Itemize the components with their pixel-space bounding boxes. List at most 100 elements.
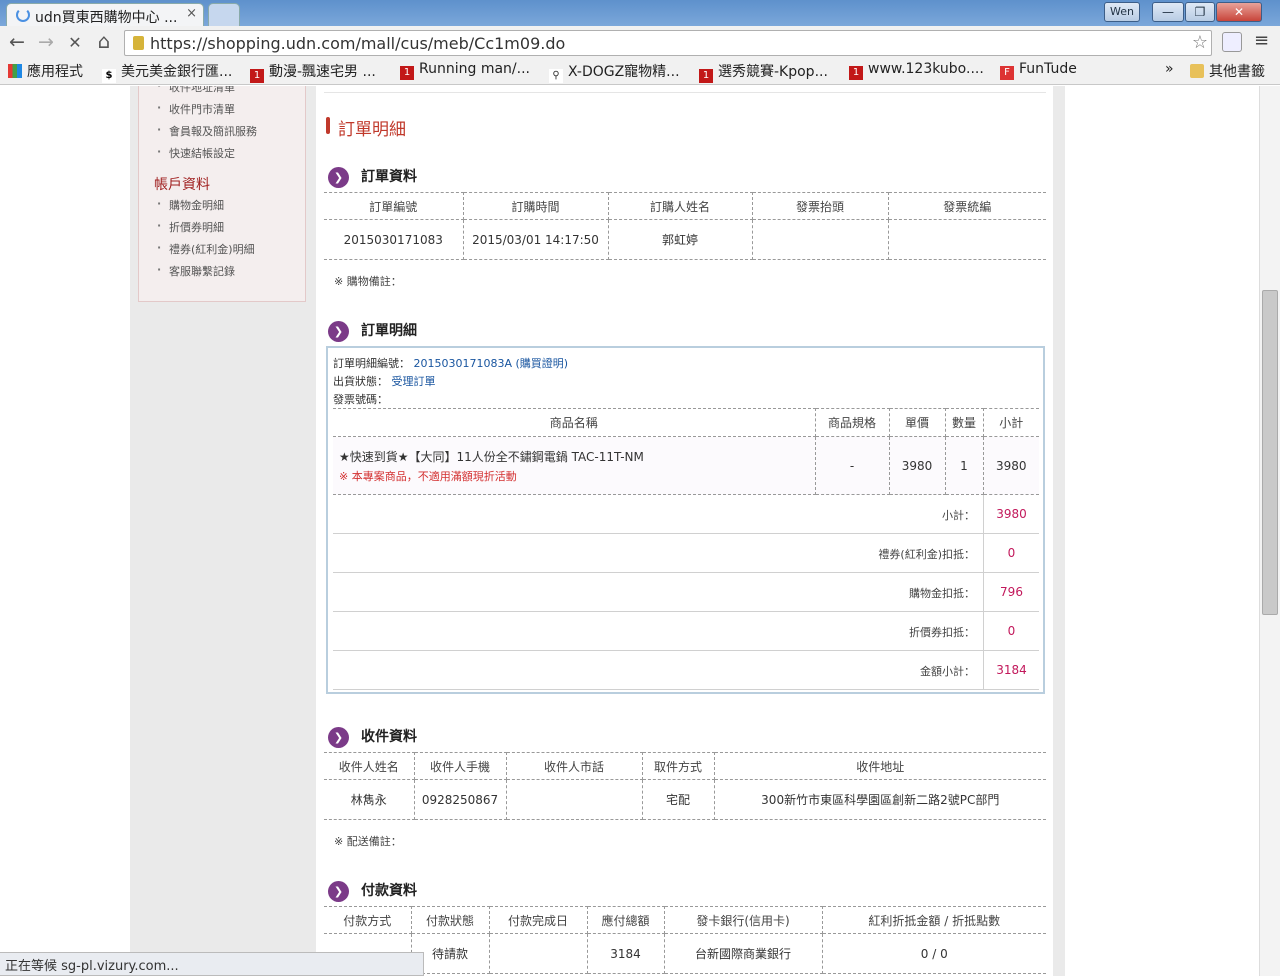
column-header: 小計	[982, 408, 1039, 437]
vertical-scrollbar[interactable]	[1259, 86, 1280, 976]
shipping-status-row: 出貨狀態： 受理訂單	[333, 375, 436, 388]
scrollbar-thumb[interactable]	[1262, 290, 1278, 615]
funtude-icon: F	[1000, 66, 1014, 80]
item-spec: -	[814, 436, 890, 495]
sidebar-link[interactable]: 禮券(紅利金)明細	[157, 241, 255, 257]
summary-row: 折價券扣抵： 0	[333, 612, 1039, 651]
status-bar: 正在等候 sg-pl.vizury.com...	[0, 952, 424, 976]
bookmark-item[interactable]: F FunTude	[1000, 61, 1077, 80]
sidebar-heading: 帳戶資料	[154, 177, 210, 193]
item-qty: 1	[944, 436, 984, 495]
column-header: 收件人手機	[413, 752, 507, 780]
section-payment-title: ❯ 付款資料	[328, 881, 417, 903]
other-bookmarks[interactable]: 其他書籤	[1190, 61, 1265, 81]
invoice-title	[751, 219, 889, 260]
tab-active[interactable]: udn買東西購物中心 ... ×	[6, 3, 204, 26]
summary-row: 小計： 3980	[333, 495, 1039, 534]
extension-icon[interactable]	[1222, 32, 1242, 52]
recipient-address: 300新竹市東區科學園區創新二路2號PC部門	[713, 779, 1046, 820]
column-header: 發卡銀行(信用卡)	[663, 906, 823, 934]
bookmark-item[interactable]: 1 www.123kubo....	[849, 61, 984, 80]
items-table: 商品名稱 商品規格 單價 數量 小計 ★快速到貨★【大同】11人份全不鏽鋼電鍋 …	[333, 408, 1039, 495]
purchase-note: ※ 購物備註：	[334, 275, 402, 288]
folder-icon	[1190, 64, 1204, 78]
chevron-right-icon: ❯	[328, 321, 349, 342]
back-arrow-icon[interactable]: ←	[5, 31, 29, 53]
recipient-phone	[505, 779, 643, 820]
column-header: 付款方式	[324, 906, 412, 934]
address-bar[interactable]: https://shopping.udn.com/mall/cus/meb/Cc…	[124, 30, 1212, 56]
right-background	[1053, 86, 1065, 976]
column-header: 訂購時間	[462, 192, 609, 220]
section-recipient-title: ❯ 收件資料	[328, 727, 417, 749]
item-price: 3980	[888, 436, 946, 495]
column-header: 取件方式	[641, 752, 715, 780]
sidebar-link[interactable]: 收件門市清單	[157, 101, 235, 117]
bookmark-apps[interactable]: 應用程式	[8, 61, 83, 81]
order-time: 2015/03/01 14:17:50	[462, 219, 609, 260]
dog-icon: ⚲	[549, 69, 563, 83]
order-detail-box: 訂單明細編號： 2015030171083A (購買證明) 出貨狀態： 受理訂單…	[326, 346, 1045, 694]
home-icon[interactable]: ⌂	[92, 29, 116, 53]
tab-close-icon[interactable]: ×	[186, 6, 197, 21]
bookmark-item[interactable]: ⚲ X-DOGZ寵物精...	[549, 61, 680, 83]
bookmark-item[interactable]: 1 Running man/...	[400, 61, 530, 80]
column-header: 訂單編號	[324, 192, 464, 220]
invoice-number-label: 發票號碼：	[333, 393, 388, 406]
pickup-method: 宅配	[641, 779, 715, 820]
column-header: 應付總額	[586, 906, 665, 934]
close-window-button[interactable]: ✕	[1216, 2, 1262, 22]
site-icon: 1	[250, 69, 264, 83]
sidebar-link[interactable]: 會員報及簡訊服務	[157, 123, 257, 139]
chevron-right-icon: ❯	[328, 727, 349, 748]
column-header: 付款完成日	[488, 906, 588, 934]
menu-icon[interactable]: ≡	[1254, 30, 1269, 51]
sidebar-link[interactable]: 折價券明細	[157, 219, 224, 235]
tab-title: udn買東西購物中心 ...	[35, 10, 178, 26]
sidebar-link[interactable]: 購物金明細	[157, 197, 224, 213]
buyer-name: 郭虹婷	[607, 219, 753, 260]
section-order-info-title: ❯ 訂單資料	[328, 167, 417, 189]
delivery-note: ※ 配送備註：	[334, 835, 402, 848]
maximize-button[interactable]: ❐	[1185, 2, 1215, 22]
column-header: 發票統編	[887, 192, 1046, 220]
sidebar-link[interactable]: 收件地址清單	[157, 86, 235, 95]
summary-row: 購物金扣抵： 796	[333, 573, 1039, 612]
stop-loading-icon[interactable]: ✕	[63, 33, 87, 52]
new-tab-button[interactable]	[208, 3, 240, 26]
bookmark-item[interactable]: 1 動漫-飄速宅男 ...	[250, 61, 376, 83]
card-bank: 台新國際商業銀行	[663, 933, 823, 974]
bookmarks-overflow-button[interactable]: »	[1165, 61, 1174, 77]
order-number-link[interactable]: 2015030171083	[324, 219, 464, 260]
column-header: 付款狀態	[410, 906, 490, 934]
profile-button[interactable]: Wen	[1104, 2, 1140, 22]
chevron-right-icon: ❯	[328, 167, 349, 188]
bookmark-item[interactable]: $ 美元美金銀行匯...	[102, 61, 232, 83]
loading-spinner-icon	[16, 8, 30, 22]
section-order-detail-title: ❯ 訂單明細	[328, 321, 417, 343]
bookmark-star-icon[interactable]: ☆	[1192, 32, 1208, 53]
sidebar-link[interactable]: 快速結帳設定	[157, 145, 235, 161]
sidebar-link[interactable]: 客服聯繫記錄	[157, 263, 235, 279]
purchase-proof-link[interactable]: (購買證明)	[516, 357, 569, 370]
table-row: ★快速到貨★【大同】11人份全不鏽鋼電鍋 TAC-11T-NM ※ 本專案商品，…	[333, 436, 1039, 495]
column-header: 數量	[944, 408, 984, 437]
lock-icon	[133, 36, 144, 50]
bookmark-item[interactable]: 1 選秀競賽-Kpop...	[699, 61, 828, 83]
apps-grid-icon	[8, 64, 22, 78]
item-name[interactable]: ★快速到貨★【大同】11人份全不鏽鋼電鍋 TAC-11T-NM	[339, 448, 815, 465]
forward-arrow-icon[interactable]: →	[34, 31, 58, 53]
main-content: 訂單明細 ❯ 訂單資料 訂單編號 訂購時間 訂購人姓名 發票抬頭 發票統編 201…	[316, 86, 1053, 976]
item-subtotal: 3980	[982, 436, 1039, 495]
detail-number-link[interactable]: 2015030171083A	[414, 357, 513, 370]
recipient-name: 林雋永	[324, 779, 415, 820]
browser-toolbar: ← → ✕ ⌂ https://shopping.udn.com/mall/cu…	[0, 26, 1280, 59]
column-header: 商品名稱	[333, 408, 816, 437]
minimize-button[interactable]: —	[1152, 2, 1184, 22]
url-text[interactable]: https://shopping.udn.com/mall/cus/meb/Cc…	[150, 34, 565, 53]
tab-bar: udn買東西購物中心 ... × Wen — ❐ ✕	[0, 0, 1280, 26]
summary-row: 禮券(紅利金)扣抵： 0	[333, 534, 1039, 573]
item-notice: ※ 本專案商品，不適用滿額現折活動	[339, 469, 517, 483]
bookmarks-bar: 應用程式 $ 美元美金銀行匯... 1 動漫-飄速宅男 ... 1 Running m…	[0, 59, 1280, 85]
order-info-table: 訂單編號 訂購時間 訂購人姓名 發票抬頭 發票統編 2015030171083 …	[324, 192, 1046, 260]
